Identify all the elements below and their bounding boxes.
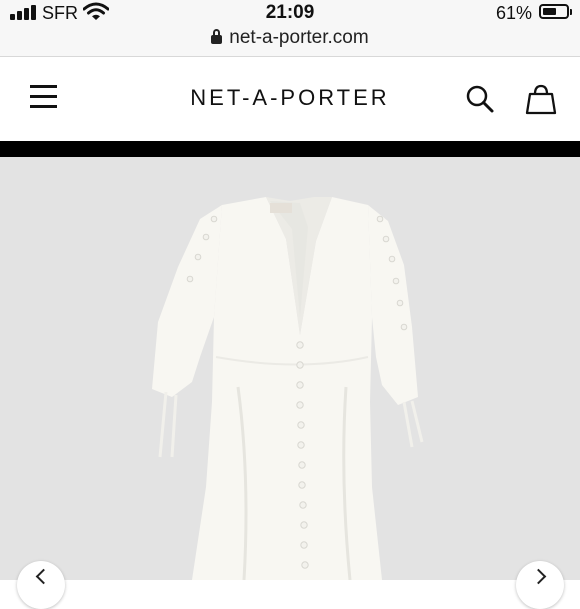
dress-illustration bbox=[152, 197, 424, 580]
chevron-right-icon bbox=[530, 568, 547, 585]
product-image[interactable] bbox=[0, 157, 580, 580]
header-divider-strip bbox=[0, 141, 580, 157]
shopping-bag-icon[interactable] bbox=[524, 82, 558, 116]
site-header: NET-A-PORTER bbox=[0, 57, 580, 141]
battery-percentage: 61% bbox=[495, 3, 532, 23]
browser-url-bar[interactable]: net-a-porter.com bbox=[0, 26, 580, 57]
url-text: net-a-porter.com bbox=[229, 27, 369, 48]
clock-time: 21:09 bbox=[265, 2, 315, 23]
ios-status-bar: SFR 21:09 61% bbox=[0, 0, 580, 26]
url-display[interactable]: net-a-porter.com bbox=[0, 27, 580, 49]
battery-icon bbox=[539, 4, 572, 19]
carousel-prev-button[interactable] bbox=[17, 561, 65, 609]
chevron-left-icon bbox=[35, 568, 52, 585]
search-icon[interactable] bbox=[465, 84, 495, 114]
lock-icon bbox=[211, 29, 223, 44]
carousel-next-button[interactable] bbox=[516, 561, 564, 609]
